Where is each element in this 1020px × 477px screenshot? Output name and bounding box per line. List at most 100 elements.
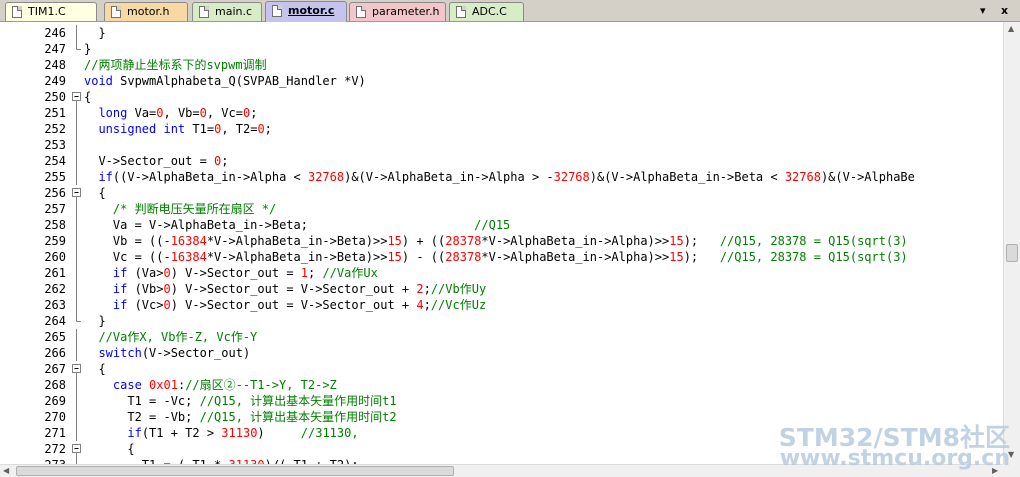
line-number: 256: [44, 186, 66, 200]
fold-guide: [71, 153, 82, 169]
code-line[interactable]: 268 case 0x01://扇区②--T1->Y, T2->Z: [0, 377, 1003, 393]
code-line[interactable]: 264 }: [0, 313, 1003, 329]
file-tab[interactable]: TIM1.C: [5, 2, 97, 21]
file-tab-label: TIM1.C: [28, 5, 66, 18]
code-line[interactable]: 247}: [0, 41, 1003, 57]
number-token: 32768: [553, 170, 590, 184]
line-number: 263: [44, 298, 66, 312]
vertical-scroll-thumb[interactable]: [1006, 244, 1018, 262]
chevron-down-icon[interactable]: ▾: [980, 4, 986, 17]
number-token: 32768: [784, 170, 821, 184]
code-text: long Va=0, Vb=0, Vc=0;: [84, 105, 257, 121]
file-tab[interactable]: parameter.h: [349, 2, 446, 21]
code-token: {: [84, 362, 106, 376]
comment-token: //Q15: [474, 218, 511, 232]
fold-guide: [71, 105, 82, 121]
code-text: {: [84, 185, 105, 201]
code-line[interactable]: 249 void SvpwmAlphabeta_Q(SVPAB_Handler *…: [0, 73, 1003, 89]
comment-token: //Vc作Uz: [430, 298, 487, 312]
file-icon: [199, 6, 209, 18]
keyword-token: void: [84, 74, 113, 88]
code-line[interactable]: 250 {: [0, 89, 1003, 105]
line-number: 259: [44, 234, 66, 248]
code-line[interactable]: 260 Vc = ((-16384*V->AlphaBeta_in->Beta)…: [0, 249, 1003, 265]
comment-token: //31130,: [300, 426, 359, 440]
line-number: 273: [30, 457, 66, 464]
fold-collapse-icon[interactable]: [71, 441, 82, 457]
code-line[interactable]: 263 if (Vc>0) V->Sector_out = V->Sector_…: [0, 297, 1003, 313]
number-token: 1: [300, 266, 308, 280]
fold-guide: [71, 345, 82, 361]
code-line[interactable]: 272 {: [0, 441, 1003, 457]
horizontal-scroll-thumb[interactable]: [16, 466, 454, 476]
close-icon[interactable]: x: [1001, 4, 1008, 17]
keyword-token: int: [163, 122, 186, 136]
file-tab[interactable]: motor.c: [265, 1, 347, 22]
code-line[interactable]: 255 if((V->AlphaBeta_in->Alpha < 32768)&…: [0, 169, 1003, 185]
line-number: 269: [44, 394, 66, 408]
code-line[interactable]: 262 if (Vb>0) V->Sector_out = V->Sector_…: [0, 281, 1003, 297]
code-text: {: [84, 89, 91, 105]
code-line[interactable]: 257 /* 判断电压矢量所在扇区 */: [0, 201, 1003, 217]
code-token: ;: [264, 122, 272, 136]
keyword-token: case: [112, 378, 142, 392]
code-text: if(T1 + T2 > 31130) //31130,: [84, 425, 359, 441]
code-line[interactable]: 253: [0, 137, 1003, 153]
code-line[interactable]: 267 {: [0, 361, 1003, 377]
fold-guide: [71, 457, 82, 464]
code-line[interactable]: 246 }: [0, 25, 1003, 41]
code-line[interactable]: 261 if (Va>0) V->Sector_out = 1; //Va作Ux: [0, 265, 1003, 281]
fold-collapse-icon[interactable]: [71, 185, 82, 201]
code-line[interactable]: 254 V->Sector_out = 0;: [0, 153, 1003, 169]
file-tab[interactable]: ADC.C: [449, 2, 524, 21]
code-line[interactable]: 270 T2 = -Vb; //Q15, 计算出基本矢量作用时间t2: [0, 409, 1003, 425]
code-token: {: [84, 90, 92, 104]
line-number: 254: [44, 154, 66, 168]
file-tab-label: motor.c: [288, 4, 335, 17]
code-token: }: [84, 314, 106, 328]
file-icon: [111, 6, 121, 18]
line-number: 268: [44, 378, 66, 392]
code-token: V->Sector_out =: [84, 154, 215, 168]
fold-collapse-icon[interactable]: [71, 361, 82, 377]
fold-collapse-icon[interactable]: [71, 89, 82, 105]
horizontal-scrollbar[interactable]: ◀ ▶: [0, 464, 1003, 477]
code-text: Va = V->AlphaBeta_in->Beta; //Q15: [84, 217, 510, 233]
fold-end-guide: [71, 313, 82, 329]
code-token: (Va>: [127, 266, 164, 280]
file-tab[interactable]: motor.h: [104, 2, 188, 21]
code-line[interactable]: 265 //Va作X, Vb作-Z, Vc作-Y: [0, 329, 1003, 345]
code-line[interactable]: 251 long Va=0, Vb=0, Vc=0;: [0, 105, 1003, 121]
code-line[interactable]: 271 if(T1 + T2 > 31130) //31130,: [0, 425, 1003, 441]
code-line[interactable]: 266 switch(V->Sector_out): [0, 345, 1003, 361]
code-editor[interactable]: 246 } 247} 248//两项静止坐标系下的svpwm调制 249 void Sv…: [0, 22, 1003, 464]
code-text: if (Vc>0) V->Sector_out = V->Sector_out …: [84, 297, 486, 313]
number-token: 15: [387, 234, 402, 248]
code-text: if (Va>0) V->Sector_out = 1; //Va作Ux: [84, 265, 378, 281]
line-number: 253: [44, 138, 66, 152]
code-line[interactable]: 248 //两项静止坐标系下的svpwm调制: [0, 57, 1003, 73]
code-line[interactable]: 258 Va = V->AlphaBeta_in->Beta; //Q15: [0, 217, 1003, 233]
scroll-right-arrow-icon[interactable]: ▶: [992, 466, 998, 475]
file-tab[interactable]: main.c: [192, 2, 262, 21]
vertical-scrollbar[interactable]: ▲ ▼: [1003, 22, 1020, 464]
code-line[interactable]: 269 T1 = -Vc; //Q15, 计算出基本矢量作用时间t1: [0, 393, 1003, 409]
code-line[interactable]: 259 Vb = ((-16384*V->AlphaBeta_in->Beta)…: [0, 233, 1003, 249]
line-number: 257: [44, 202, 66, 216]
number-token: 16384: [170, 250, 207, 264]
file-icon: [272, 5, 282, 17]
code-line[interactable]: 273 T1 = ( T1 * 31130)/( T1 + T2);: [0, 457, 1003, 464]
fold-guide: [71, 409, 82, 425]
code-text: Vb = ((-16384*V->AlphaBeta_in->Beta)>>15…: [84, 233, 908, 249]
scroll-down-arrow-icon[interactable]: ▼: [1008, 450, 1014, 459]
comment-token: //Va作Ux: [322, 266, 378, 280]
code-line[interactable]: 256 {: [0, 185, 1003, 201]
scroll-left-arrow-icon[interactable]: ◀: [3, 466, 9, 475]
fold-guide: [71, 233, 82, 249]
code-token: (V->Sector_out): [141, 346, 251, 360]
code-text: {: [84, 441, 134, 457]
comment-token: //Va作X, Vb作-Z, Vc作-Y: [98, 330, 258, 344]
code-line[interactable]: 252 unsigned int T1=0, T2=0;: [0, 121, 1003, 137]
scroll-up-arrow-icon[interactable]: ▲: [1008, 24, 1014, 33]
